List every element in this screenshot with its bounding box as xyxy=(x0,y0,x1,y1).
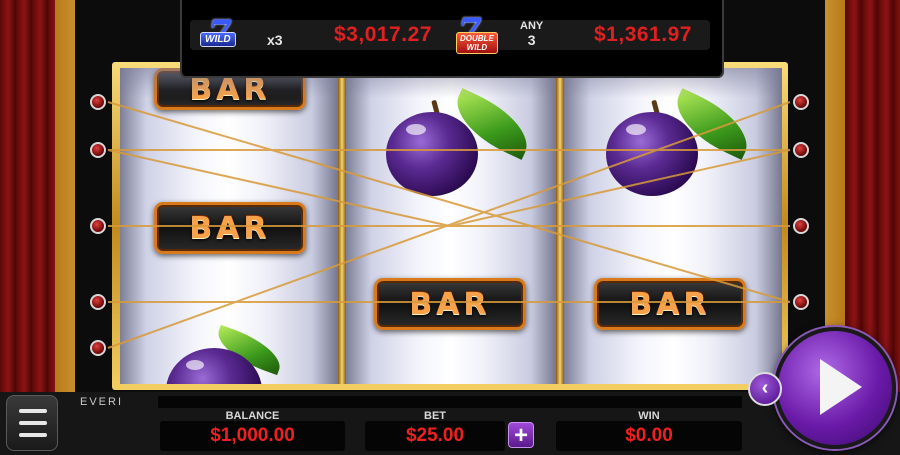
bar-symbol: BAR xyxy=(594,278,746,330)
payline-marker xyxy=(793,94,809,110)
menu-button[interactable] xyxy=(6,395,58,451)
reel-divider xyxy=(556,68,564,384)
bar-symbol: BAR xyxy=(154,202,306,254)
game-stage: BAR BAR BAR BAR WILD x3 $3,017.27 7 DOUB… xyxy=(0,0,900,455)
payline-marker xyxy=(90,142,106,158)
reel-divider xyxy=(338,68,346,384)
payline-marker xyxy=(793,294,809,310)
hamburger-icon xyxy=(19,409,47,413)
payline-marker xyxy=(90,218,106,234)
bar-symbol: BAR xyxy=(374,278,526,330)
payline-marker xyxy=(90,294,106,310)
jackpot-panel: 7 WILD x3 $3,017.27 7 DOUBLE WILD ANY 3 … xyxy=(180,0,724,78)
bet-value: $25.00 xyxy=(405,425,465,446)
double-wild-tag: DOUBLE WILD xyxy=(456,32,498,54)
jackpot-condition: ANY 3 xyxy=(520,20,544,48)
payline-marker xyxy=(90,340,106,356)
double-wild-seven-logo: 7 DOUBLE WILD xyxy=(444,12,524,60)
plum-symbol xyxy=(602,88,772,196)
reel-3: BAR xyxy=(564,68,782,384)
balance-value: $1,000.00 xyxy=(210,425,295,446)
plum-symbol xyxy=(382,88,552,196)
reel-2: BAR xyxy=(346,68,556,384)
play-icon xyxy=(820,359,862,415)
jackpot-multiplier: x3 xyxy=(267,32,283,48)
chevron-left-icon[interactable]: ‹ xyxy=(748,372,782,406)
plum-symbol xyxy=(164,324,294,384)
payline-marker xyxy=(793,142,809,158)
payline-marker xyxy=(793,218,809,234)
reel-1: BAR BAR xyxy=(120,68,338,384)
bet-increase-button[interactable]: + xyxy=(508,422,534,448)
wild-seven-logo: 7 WILD xyxy=(194,14,256,54)
message-bar xyxy=(158,396,742,408)
payline-marker xyxy=(90,94,106,110)
brand-logo: EVERI xyxy=(80,396,124,408)
jackpot-amount: $3,017.27 xyxy=(334,23,432,46)
jackpot-amount: $1,361.97 xyxy=(594,23,692,46)
spin-button[interactable] xyxy=(774,327,896,449)
win-value: $0.00 xyxy=(625,425,673,446)
